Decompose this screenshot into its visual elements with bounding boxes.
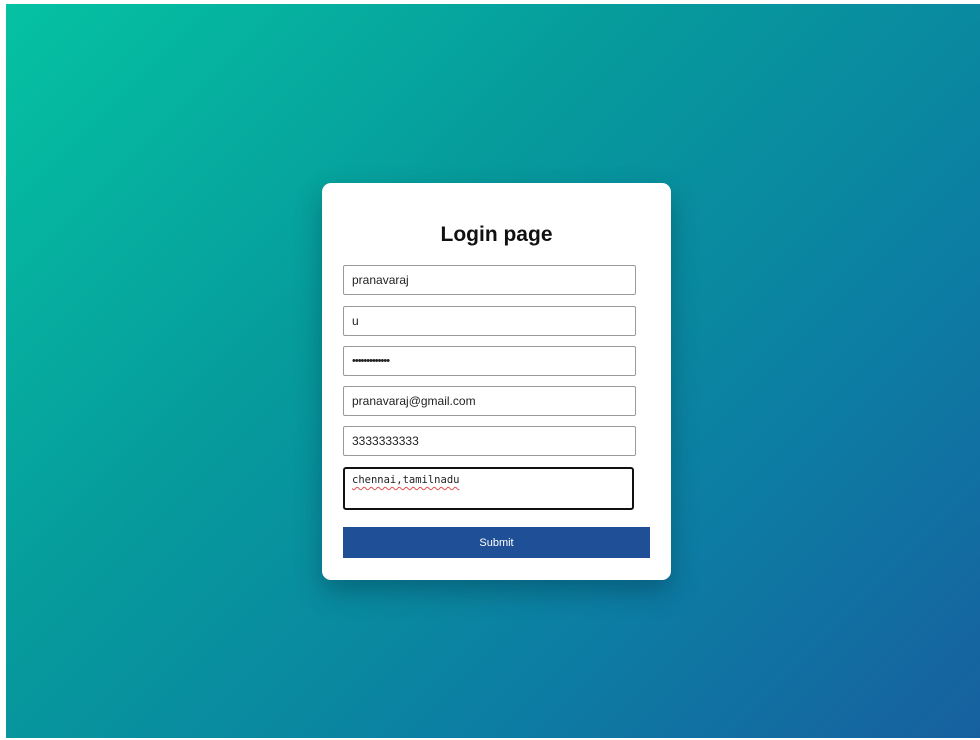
- phone-field[interactable]: [343, 426, 636, 456]
- page-title: Login page: [440, 223, 553, 246]
- submit-button[interactable]: Submit: [343, 527, 650, 558]
- login-card: Login page chennai,tamilnadu Submit: [322, 183, 671, 580]
- page-background: Login page chennai,tamilnadu Submit: [6, 4, 980, 738]
- address-value: chennai,tamilnadu: [352, 474, 460, 486]
- initial-field[interactable]: [343, 306, 636, 336]
- password-field[interactable]: [343, 346, 636, 376]
- username-field[interactable]: [343, 265, 636, 295]
- address-textarea[interactable]: chennai,tamilnadu: [343, 467, 634, 510]
- email-field[interactable]: [343, 386, 636, 416]
